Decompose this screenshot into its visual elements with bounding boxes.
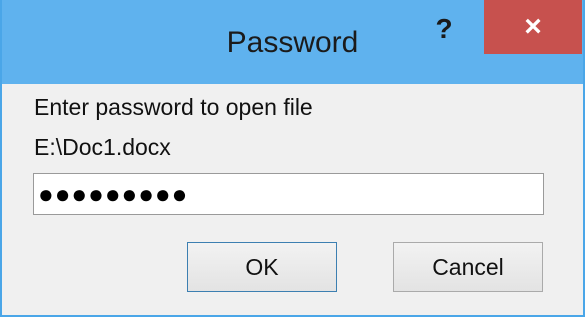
dialog-body: Enter password to open file E:\Doc1.docx… [2, 84, 583, 315]
close-button[interactable]: × [484, 0, 582, 54]
file-path-label: E:\Doc1.docx [34, 134, 171, 160]
prompt-label: Enter password to open file [34, 94, 313, 120]
cancel-button[interactable]: Cancel [393, 242, 543, 292]
ok-button[interactable]: OK [187, 242, 337, 292]
title-bar[interactable]: Password ? × [2, 0, 583, 84]
password-input[interactable]: ●●●●●●●●● [33, 173, 544, 215]
help-button[interactable]: ? [422, 0, 466, 54]
password-dialog: Password ? × Enter password to open file… [0, 0, 585, 317]
